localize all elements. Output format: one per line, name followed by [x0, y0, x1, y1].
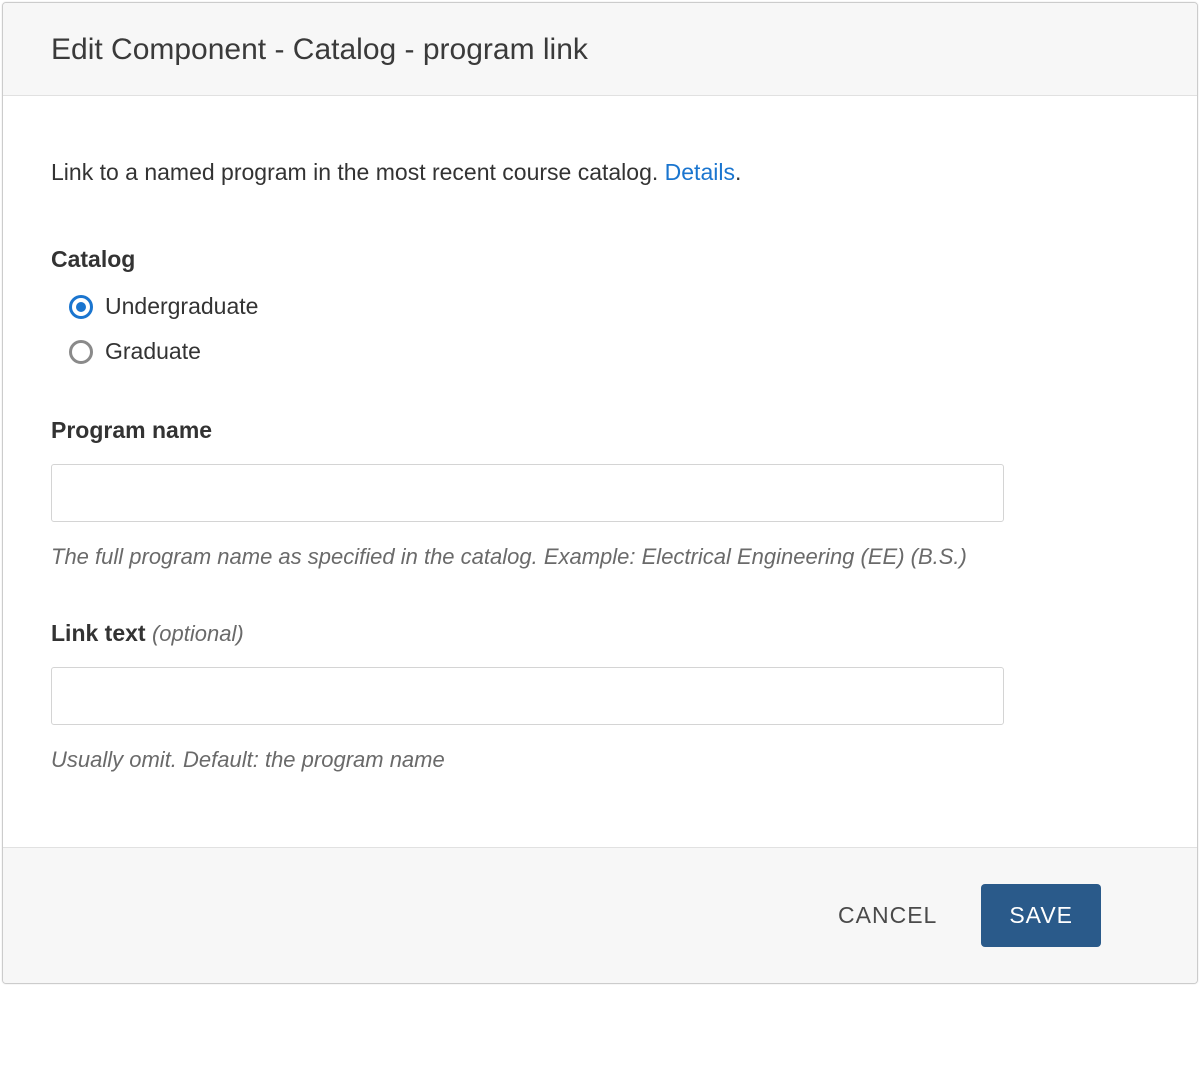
- program-name-help: The full program name as specified in th…: [51, 540, 1011, 574]
- link-text-label: Link text (optional): [51, 620, 1149, 647]
- link-text-input[interactable]: [51, 667, 1004, 725]
- dialog-title: Edit Component - Catalog - program link: [51, 33, 1149, 67]
- edit-component-dialog: Edit Component - Catalog - program link …: [2, 2, 1198, 984]
- save-button[interactable]: SAVE: [981, 884, 1101, 947]
- intro-text: Link to a named program in the most rece…: [51, 159, 665, 185]
- intro-trailing-punct: .: [735, 159, 741, 185]
- dialog-footer: CANCEL SAVE: [3, 847, 1197, 983]
- dialog-body: Link to a named program in the most rece…: [3, 96, 1197, 847]
- dialog-header: Edit Component - Catalog - program link: [3, 3, 1197, 96]
- radio-graduate[interactable]: Graduate: [69, 338, 1149, 365]
- optional-tag: (optional): [152, 621, 244, 646]
- radio-label: Graduate: [105, 338, 201, 365]
- cancel-button[interactable]: CANCEL: [834, 888, 941, 943]
- program-name-field: Program name The full program name as sp…: [51, 417, 1149, 574]
- catalog-section-label: Catalog: [51, 246, 1149, 273]
- radio-undergraduate[interactable]: Undergraduate: [69, 293, 1149, 320]
- program-name-label: Program name: [51, 417, 1149, 444]
- details-link[interactable]: Details: [665, 159, 735, 185]
- radio-label: Undergraduate: [105, 293, 258, 320]
- intro-text-row: Link to a named program in the most rece…: [51, 156, 1149, 188]
- link-text-label-text: Link text: [51, 620, 146, 646]
- link-text-field: Link text (optional) Usually omit. Defau…: [51, 620, 1149, 777]
- radio-icon: [69, 295, 93, 319]
- catalog-radio-group: Undergraduate Graduate: [51, 293, 1149, 365]
- link-text-help: Usually omit. Default: the program name: [51, 743, 1011, 777]
- radio-icon: [69, 340, 93, 364]
- program-name-input[interactable]: [51, 464, 1004, 522]
